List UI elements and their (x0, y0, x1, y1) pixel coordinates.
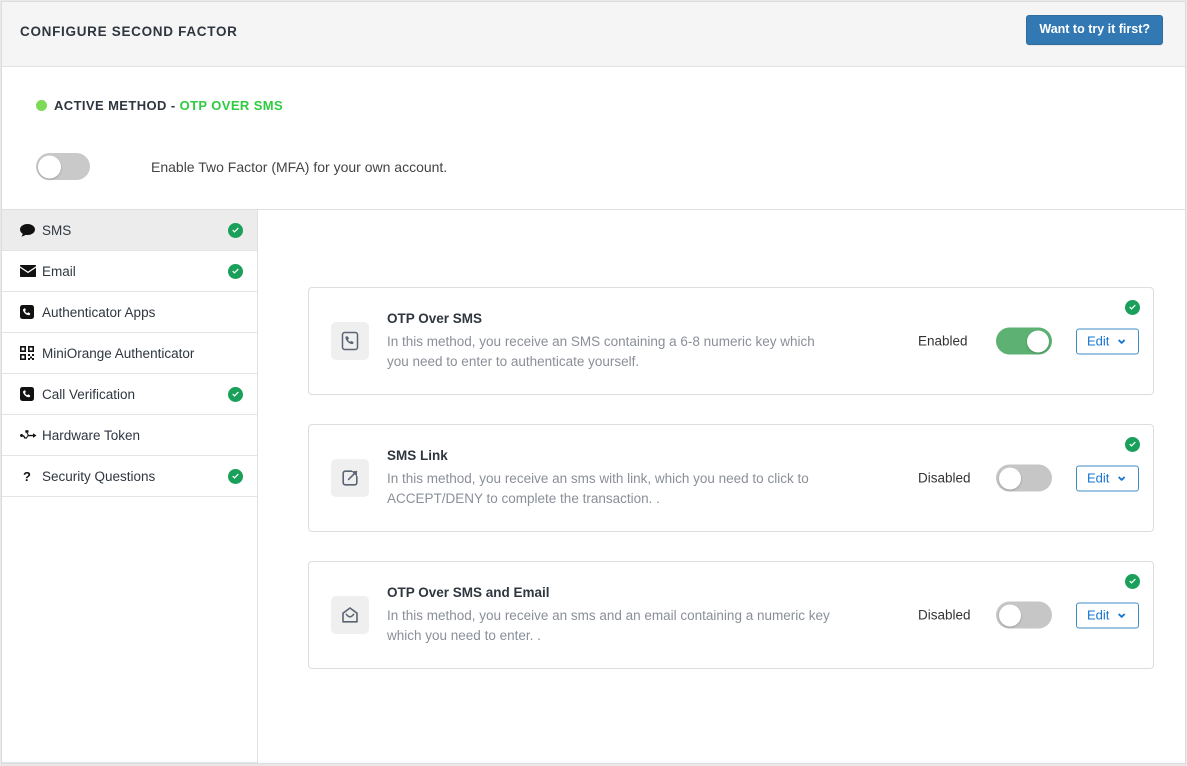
method-card-text: OTP Over SMS In this method, you receive… (387, 311, 837, 372)
sidebar-item-hardware-token[interactable]: Hardware Token (2, 415, 257, 456)
status-badge (228, 264, 243, 279)
method-card-text: OTP Over SMS and Email In this method, y… (387, 585, 837, 646)
chat-bubble-icon (20, 224, 42, 237)
status-badge (228, 223, 243, 238)
page-title: CONFIGURE SECOND FACTOR (20, 24, 238, 39)
method-card-controls: Disabled Edit ⌄ (918, 465, 1139, 492)
toggle-knob (999, 604, 1021, 626)
sidebar-item-label: Security Questions (42, 469, 228, 484)
method-card: OTP Over SMS In this method, you receive… (308, 287, 1154, 395)
method-card-text: SMS Link In this method, you receive an … (387, 448, 837, 509)
want-to-try-it-first-button[interactable]: Want to try it first? (1026, 15, 1163, 45)
toggle-knob (1027, 330, 1049, 352)
edit-button[interactable]: Edit ⌄ (1076, 328, 1139, 354)
active-method-value: OTP OVER SMS (180, 98, 284, 113)
edit-button[interactable]: Edit ⌄ (1076, 465, 1139, 491)
external-link-icon (331, 459, 369, 497)
method-detail-area: SMS Remaining SMS Transaction : 93 OTP O… (258, 210, 1185, 763)
method-card-description: In this method, you receive an sms and a… (387, 606, 837, 646)
sidebar-item-sms[interactable]: SMS (2, 210, 257, 251)
enable-mfa-toggle[interactable] (36, 153, 90, 180)
chevron-down-icon: ⌄ (1115, 334, 1128, 343)
method-state-label: Enabled (918, 334, 996, 349)
method-card: OTP Over SMS and Email In this method, y… (308, 561, 1154, 669)
method-enable-toggle[interactable] (996, 602, 1052, 629)
question-mark-icon: ? (20, 469, 42, 483)
method-card-controls: Disabled Edit ⌄ (918, 602, 1139, 629)
svg-text:?: ? (23, 469, 31, 483)
status-badge (228, 469, 243, 484)
sidebar-item-security-questions[interactable]: ? Security Questions (2, 456, 257, 497)
status-badge (1125, 299, 1140, 317)
sidebar-item-label: Email (42, 264, 228, 279)
phone-square-icon (20, 387, 42, 401)
enable-mfa-description: Enable Two Factor (MFA) for your own acc… (151, 159, 447, 175)
sidebar-item-authenticator-apps[interactable]: Authenticator Apps (2, 292, 257, 333)
active-method-strip: ACTIVE METHOD - OTP OVER SMS Enable Two … (2, 67, 1185, 210)
method-enable-toggle[interactable] (996, 465, 1052, 492)
sidebar-item-label: Call Verification (42, 387, 228, 402)
edit-button[interactable]: Edit ⌄ (1076, 602, 1139, 628)
method-card-list: OTP Over SMS In this method, you receive… (308, 287, 1154, 698)
edit-button-label: Edit (1087, 608, 1109, 621)
toggle-knob (38, 155, 61, 178)
method-card-title: SMS Link (387, 448, 837, 463)
method-card: SMS Link In this method, you receive an … (308, 424, 1154, 532)
usb-icon (20, 430, 42, 441)
sidebar-item-miniorange-authenticator[interactable]: MiniOrange Authenticator (2, 333, 257, 374)
status-badge (1125, 573, 1140, 591)
sidebar-filler (2, 497, 257, 763)
open-envelope-icon (331, 596, 369, 634)
sidebar-item-label: MiniOrange Authenticator (42, 346, 243, 361)
mfa-enable-row: Enable Two Factor (MFA) for your own acc… (36, 153, 447, 180)
active-method-label: ACTIVE METHOD - (54, 98, 176, 113)
status-badge (228, 387, 243, 402)
edit-button-label: Edit (1087, 471, 1109, 484)
envelope-icon (20, 265, 42, 277)
method-state-label: Disabled (918, 608, 996, 623)
method-card-description: In this method, you receive an sms with … (387, 469, 837, 509)
panel-header: CONFIGURE SECOND FACTOR Want to try it f… (2, 2, 1185, 67)
phone-icon (331, 322, 369, 360)
sidebar-item-email[interactable]: Email (2, 251, 257, 292)
status-dot-icon (36, 100, 47, 111)
panel-body: SMS Email Authenticator Apps (2, 210, 1185, 763)
configure-second-factor-panel: CONFIGURE SECOND FACTOR Want to try it f… (1, 1, 1186, 764)
chevron-down-icon: ⌄ (1115, 608, 1128, 617)
method-card-title: OTP Over SMS and Email (387, 585, 837, 600)
active-method-indicator: ACTIVE METHOD - OTP OVER SMS (36, 98, 283, 113)
method-enable-toggle[interactable] (996, 328, 1052, 355)
method-card-title: OTP Over SMS (387, 311, 837, 326)
edit-button-label: Edit (1087, 334, 1109, 347)
method-card-description: In this method, you receive an SMS conta… (387, 332, 837, 372)
sidebar-item-label: Authenticator Apps (42, 305, 243, 320)
phone-square-icon (20, 305, 42, 319)
qr-code-icon (20, 346, 42, 360)
status-badge (1125, 436, 1140, 454)
method-sidebar: SMS Email Authenticator Apps (2, 210, 258, 763)
method-state-label: Disabled (918, 471, 996, 486)
toggle-knob (999, 467, 1021, 489)
sidebar-item-label: Hardware Token (42, 428, 243, 443)
sidebar-item-label: SMS (42, 223, 228, 238)
sidebar-item-call-verification[interactable]: Call Verification (2, 374, 257, 415)
method-card-controls: Enabled Edit ⌄ (918, 328, 1139, 355)
chevron-down-icon: ⌄ (1115, 471, 1128, 480)
